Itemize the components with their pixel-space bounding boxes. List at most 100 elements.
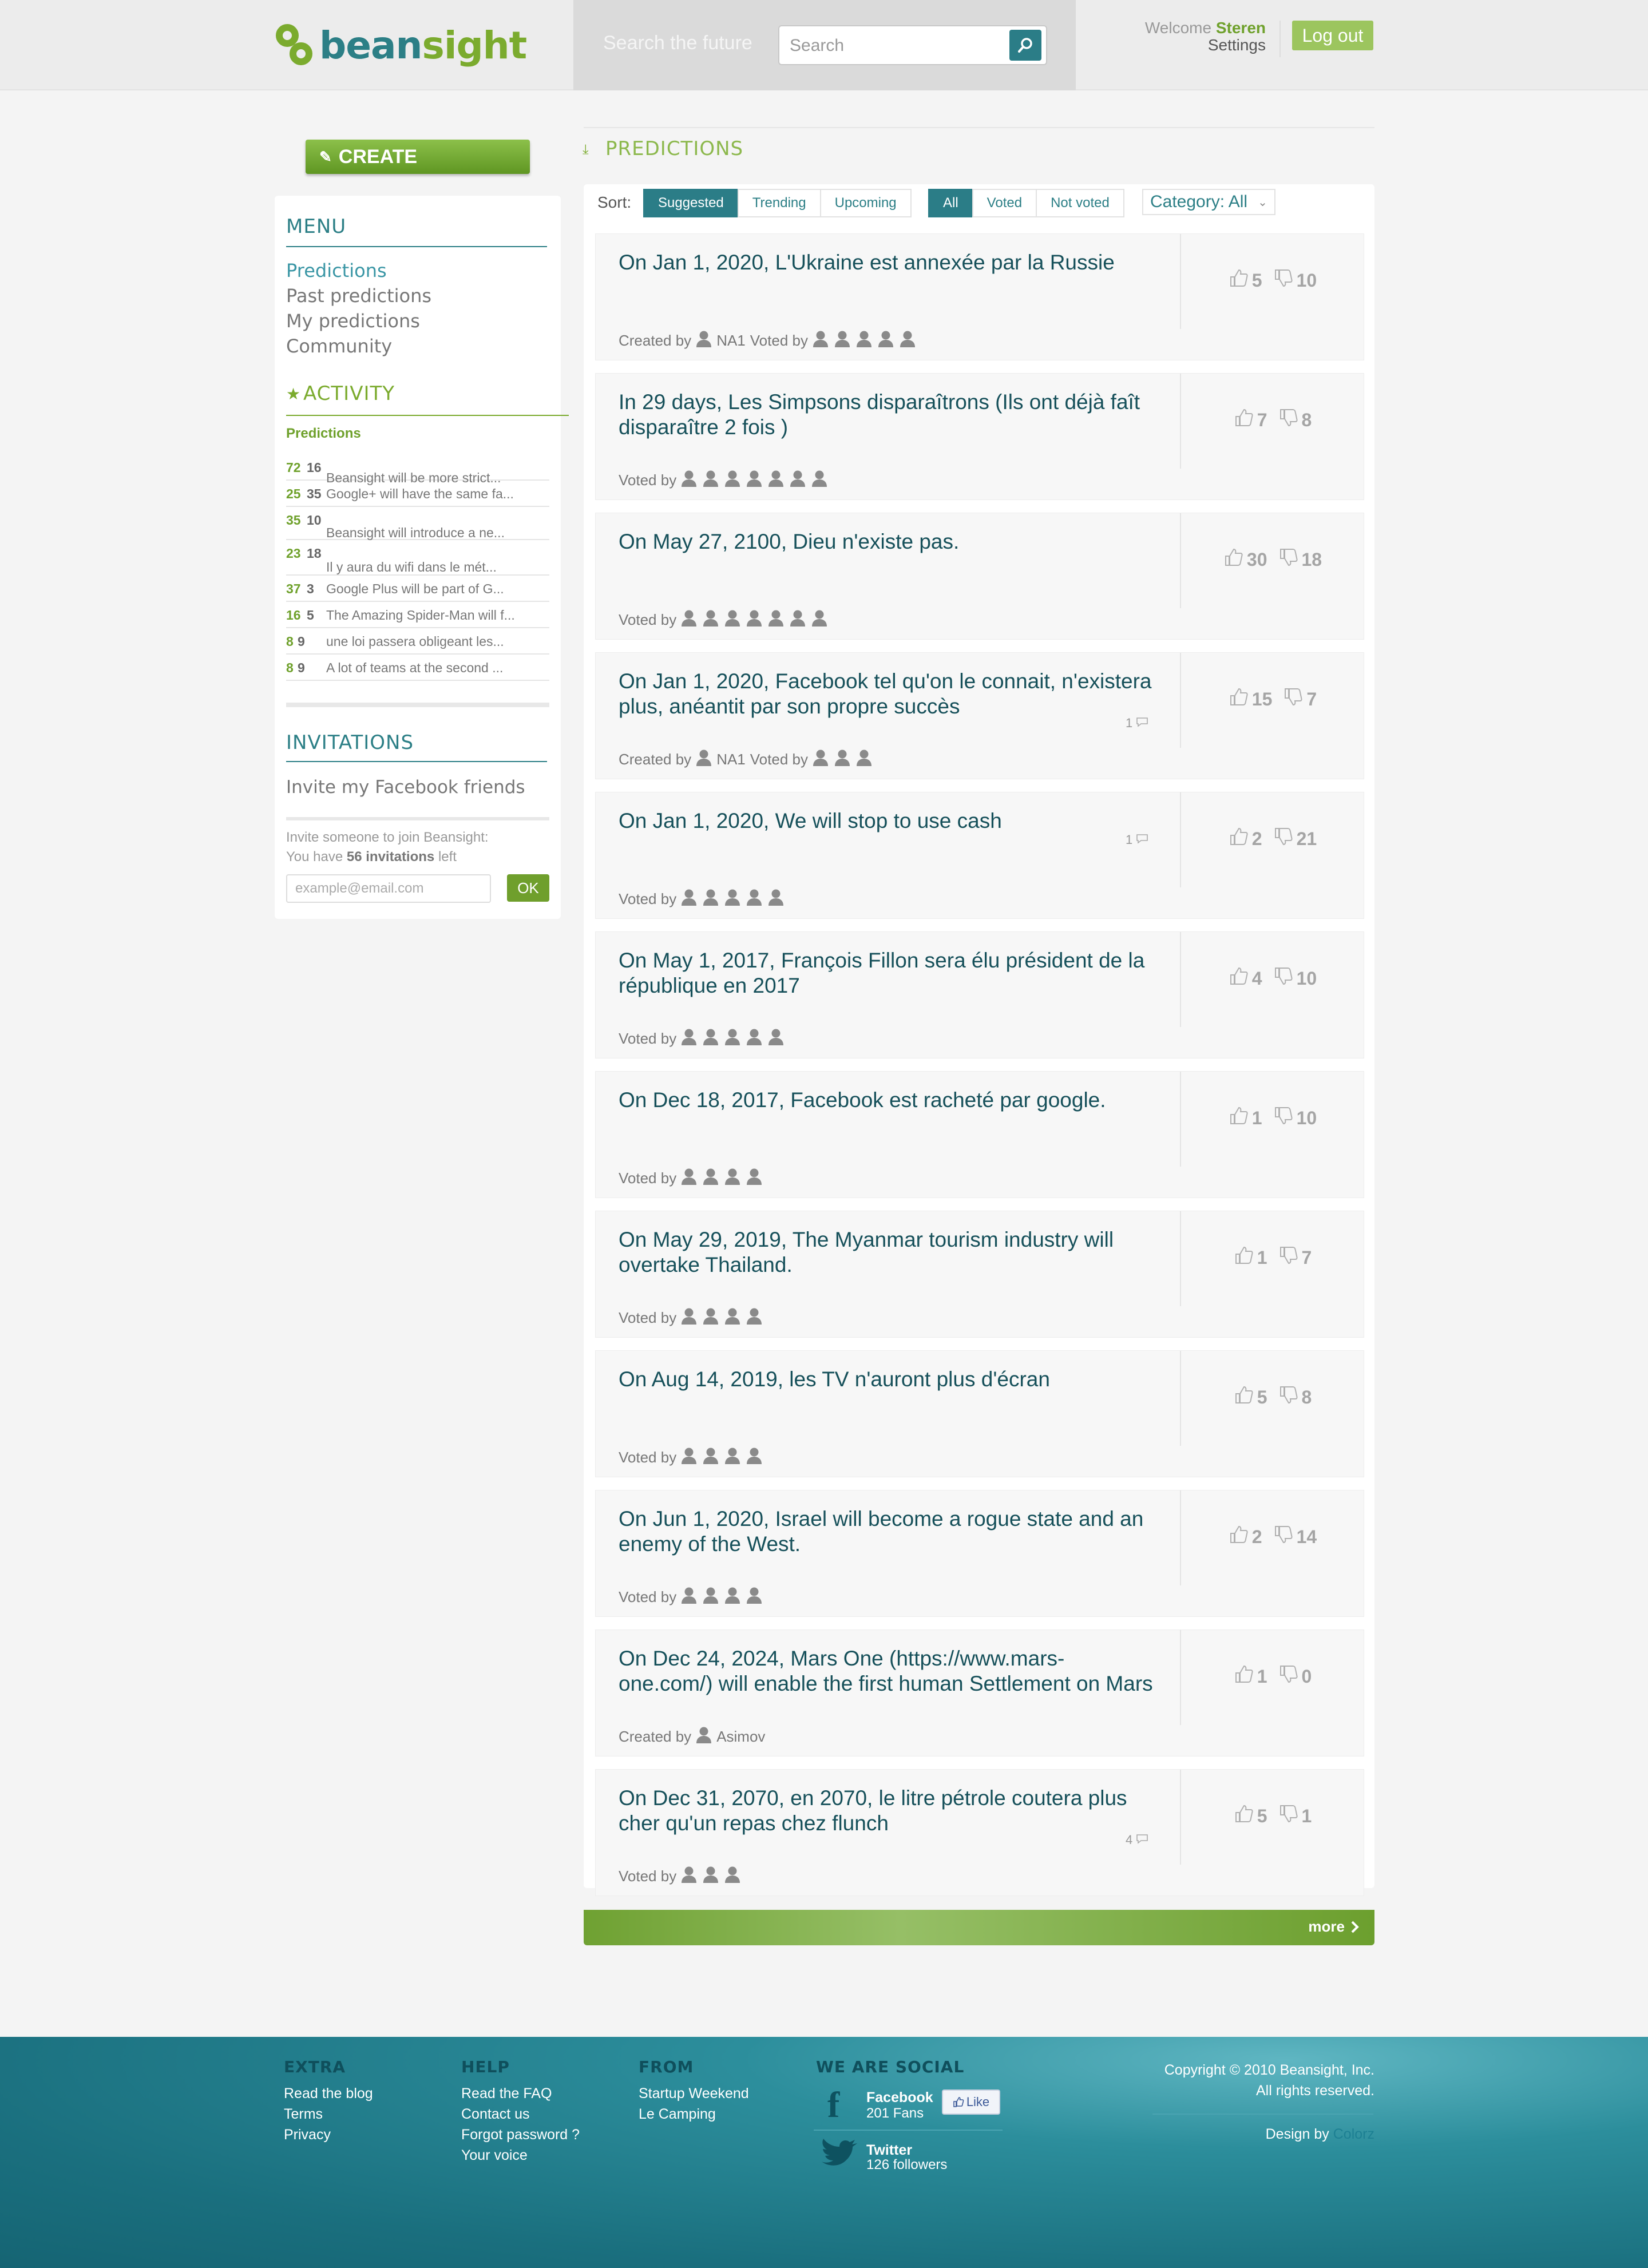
avatar[interactable]	[746, 1307, 762, 1329]
filter-voted-button[interactable]: Voted	[972, 189, 1037, 217]
prediction-card[interactable]: On Jan 1, 2020, L'Ukraine est annexée pa…	[595, 233, 1364, 360]
menu-item-past-predictions[interactable]: Past predictions	[286, 285, 431, 307]
avatar[interactable]	[790, 470, 806, 491]
activity-item[interactable]: 8 9 A lot of teams at the second ...	[286, 656, 549, 681]
comment-count[interactable]: 4	[1126, 1833, 1148, 1847]
logout-button[interactable]: Log out	[1292, 21, 1373, 50]
prediction-title[interactable]: On Dec 31, 2070, en 2070, le litre pétro…	[619, 1786, 1156, 1836]
facebook-block[interactable]: f Facebook 201 Fans Like	[814, 2083, 1008, 2134]
creator-name[interactable]: NA1	[716, 332, 746, 350]
avatar[interactable]	[746, 889, 762, 910]
avatar[interactable]	[703, 609, 719, 631]
avatar[interactable]	[746, 470, 762, 491]
avatar[interactable]	[768, 1028, 784, 1049]
footer-link-startup-weekend[interactable]: Startup Weekend	[639, 2083, 749, 2104]
vote-up-button[interactable]: 7	[1234, 408, 1267, 432]
prediction-card[interactable]: On Jun 1, 2020, Israel will become a rog…	[595, 1490, 1364, 1617]
vote-up-button[interactable]: 2	[1229, 1525, 1262, 1549]
avatar[interactable]	[681, 1307, 697, 1329]
avatar[interactable]	[703, 470, 719, 491]
avatar[interactable]	[746, 1028, 762, 1049]
avatar[interactable]	[696, 749, 712, 770]
prediction-card[interactable]: On Jan 1, 2020, We will stop to use cash…	[595, 792, 1364, 919]
avatar[interactable]	[768, 609, 784, 631]
prediction-card[interactable]: On May 27, 2100, Dieu n'existe pas. 30 1…	[595, 513, 1364, 640]
prediction-title[interactable]: On May 29, 2019, The Myanmar tourism ind…	[619, 1227, 1156, 1278]
avatar[interactable]	[856, 330, 872, 351]
avatar[interactable]	[834, 749, 850, 770]
sort-suggested-button[interactable]: Suggested	[643, 189, 739, 217]
avatar[interactable]	[834, 330, 850, 351]
vote-down-button[interactable]: 7	[1279, 1246, 1312, 1270]
creator-name[interactable]: NA1	[716, 751, 746, 768]
vote-down-button[interactable]: 0	[1279, 1664, 1312, 1688]
create-button[interactable]: ✎ CREATE	[306, 140, 530, 174]
activity-item[interactable]: 35 10 Beansight will introduce a ne...	[286, 508, 549, 540]
vote-down-button[interactable]: 8	[1279, 408, 1312, 432]
prediction-title[interactable]: In 29 days, Les Simpsons disparaîtrons (…	[619, 390, 1156, 440]
username-link[interactable]: Steren	[1216, 19, 1266, 37]
beansight-logo[interactable]: beansight	[274, 22, 527, 69]
footer-link-faq[interactable]: Read the FAQ	[461, 2083, 580, 2104]
avatar[interactable]	[724, 1028, 740, 1049]
avatar[interactable]	[768, 470, 784, 491]
avatar[interactable]	[681, 470, 697, 491]
prediction-title[interactable]: On Jan 1, 2020, We will stop to use cash	[619, 808, 1156, 834]
avatar[interactable]	[813, 749, 829, 770]
avatar[interactable]	[696, 330, 712, 351]
avatar[interactable]	[681, 1447, 697, 1468]
vote-down-button[interactable]: 7	[1283, 687, 1317, 711]
avatar[interactable]	[681, 609, 697, 631]
twitter-block[interactable]: Twitter 126 followers	[814, 2134, 1008, 2180]
menu-item-my-predictions[interactable]: My predictions	[286, 310, 420, 332]
avatar[interactable]	[724, 1447, 740, 1468]
avatar[interactable]	[681, 1587, 697, 1608]
prediction-card[interactable]: On Jan 1, 2020, Facebook tel qu'on le co…	[595, 652, 1364, 779]
sort-trending-button[interactable]: Trending	[737, 189, 821, 217]
search-button[interactable]	[1009, 30, 1041, 61]
avatar[interactable]	[790, 609, 806, 631]
footer-link-forgot-password[interactable]: Forgot password ?	[461, 2124, 580, 2145]
footer-link-terms[interactable]: Terms	[284, 2104, 373, 2124]
avatar[interactable]	[681, 1866, 697, 1887]
prediction-title[interactable]: On Jan 1, 2020, L'Ukraine est annexée pa…	[619, 250, 1156, 275]
filter-all-button[interactable]: All	[928, 189, 973, 217]
vote-down-button[interactable]: 10	[1274, 268, 1317, 292]
menu-item-predictions[interactable]: Predictions	[286, 260, 387, 281]
avatar[interactable]	[746, 1447, 762, 1468]
activity-item[interactable]: 37 3 Google Plus will be part of G...	[286, 577, 549, 602]
avatar[interactable]	[703, 1447, 719, 1468]
footer-link-privacy[interactable]: Privacy	[284, 2124, 373, 2145]
avatar[interactable]	[724, 470, 740, 491]
avatar[interactable]	[724, 1866, 740, 1887]
filter-not-voted-button[interactable]: Not voted	[1036, 189, 1124, 217]
avatar[interactable]	[724, 1587, 740, 1608]
avatar[interactable]	[746, 1587, 762, 1608]
activity-item[interactable]: 23 18 Il y aura du wifi dans le mét...	[286, 541, 549, 576]
prediction-card[interactable]: In 29 days, Les Simpsons disparaîtrons (…	[595, 373, 1364, 500]
prediction-title[interactable]: On May 1, 2017, François Fillon sera élu…	[619, 948, 1156, 998]
vote-up-button[interactable]: 5	[1234, 1804, 1267, 1828]
vote-up-button[interactable]: 5	[1229, 268, 1262, 292]
more-link[interactable]: more	[1308, 1918, 1360, 1936]
prediction-title[interactable]: On Jan 1, 2020, Facebook tel qu'on le co…	[619, 669, 1156, 719]
vote-down-button[interactable]: 1	[1279, 1804, 1312, 1828]
vote-up-button[interactable]: 5	[1234, 1385, 1267, 1409]
vote-down-button[interactable]: 18	[1279, 548, 1322, 572]
vote-down-button[interactable]: 10	[1274, 966, 1317, 990]
avatar[interactable]	[703, 1028, 719, 1049]
prediction-title[interactable]: On Dec 18, 2017, Facebook est racheté pa…	[619, 1088, 1156, 1113]
avatar[interactable]	[811, 470, 827, 491]
avatar[interactable]	[878, 330, 894, 351]
avatar[interactable]	[703, 1866, 719, 1887]
vote-down-button[interactable]: 14	[1274, 1525, 1317, 1549]
prediction-title[interactable]: On Jun 1, 2020, Israel will become a rog…	[619, 1506, 1156, 1557]
designer-link[interactable]: Colorz	[1333, 2126, 1374, 2142]
avatar[interactable]	[681, 889, 697, 910]
prediction-title[interactable]: On May 27, 2100, Dieu n'existe pas.	[619, 529, 1156, 554]
avatar[interactable]	[681, 1168, 697, 1189]
vote-up-button[interactable]: 1	[1229, 1106, 1262, 1130]
vote-down-button[interactable]: 21	[1274, 827, 1317, 851]
activity-item[interactable]: 8 9 une loi passera obligeant les...	[286, 629, 549, 655]
invite-facebook-link[interactable]: Invite my Facebook friends	[286, 777, 525, 798]
